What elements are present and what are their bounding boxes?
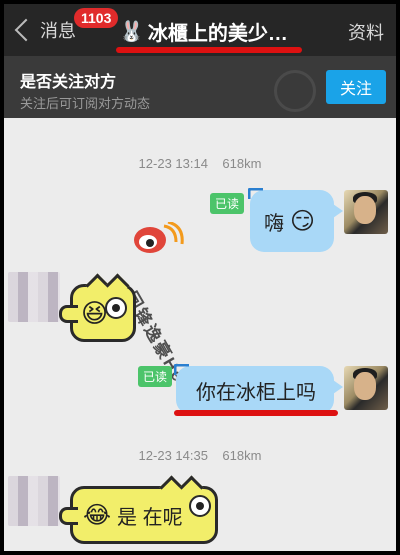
follow-prompt-title: 是否关注对方 (20, 74, 117, 91)
received-message-bubble[interactable]: 😂 是 在呢 (59, 475, 218, 544)
back-button[interactable]: 消息 (12, 14, 82, 46)
message-timestamp: 12-23 14:35 618km (4, 448, 396, 463)
bubble-eye-decoration (105, 297, 127, 319)
contact-avatar[interactable] (8, 272, 60, 322)
sent-message-bubble[interactable]: 你在冰柜上吗 (174, 364, 343, 414)
contact-avatar[interactable] (8, 476, 60, 526)
message-text: 嗨 (264, 212, 284, 235)
message-text: 你在冰柜上吗 (196, 381, 316, 404)
decorative-ring-icon (274, 70, 316, 112)
follow-banner: 是否关注对方 关注后可订阅对方动态 关注 (4, 56, 396, 118)
timestamp-distance: 618km (222, 448, 262, 463)
timestamp-time: 12-23 14:35 (138, 448, 208, 463)
message-text: 是 在呢 (117, 506, 183, 529)
timestamp-time: 12-23 13:14 (138, 156, 208, 171)
chat-title-text: 冰櫃上的美少… (147, 23, 288, 45)
my-avatar[interactable] (344, 190, 388, 234)
received-message-bubble[interactable]: 😆 (59, 273, 136, 342)
message-timestamp: 12-23 13:14 618km (4, 156, 396, 171)
chat-screen: 消息 1103 🐰 冰櫃上的美少… 资料 是否关注对方 关注后可订阅对方动态 关… (4, 4, 396, 551)
my-avatar[interactable] (344, 366, 388, 410)
follow-prompt-subtitle: 关注后可订阅对方动态 (20, 96, 151, 111)
bubble-eye-decoration (189, 495, 211, 517)
read-status-badge: 已读 (138, 366, 173, 387)
tears-of-joy-emoji-icon: 😂 (83, 501, 112, 529)
bubble-corner-icon (174, 364, 189, 375)
chevron-left-icon (14, 18, 38, 42)
profile-button[interactable]: 资料 (348, 19, 384, 45)
smirk-emoji-icon: 😏 (290, 207, 316, 235)
bubble-tail (333, 204, 343, 218)
read-status-badge: 已读 (210, 193, 245, 214)
title-highlight-underline (116, 47, 302, 53)
laughing-emoji-icon: 😆 (81, 297, 109, 328)
chat-title: 🐰 冰櫃上的美少… (119, 17, 288, 46)
bubble-corner-icon (248, 188, 263, 199)
follow-button[interactable]: 关注 (326, 70, 386, 104)
sent-message-bubble[interactable]: 嗨 😏 (248, 188, 343, 252)
unread-count-badge: 1103 (74, 8, 119, 28)
back-label: 消息 (40, 21, 76, 41)
timestamp-distance: 618km (222, 156, 262, 171)
message-highlight-underline (174, 410, 338, 416)
rabbit-icon: 🐰 (119, 21, 144, 43)
bubble-tail (333, 380, 343, 394)
